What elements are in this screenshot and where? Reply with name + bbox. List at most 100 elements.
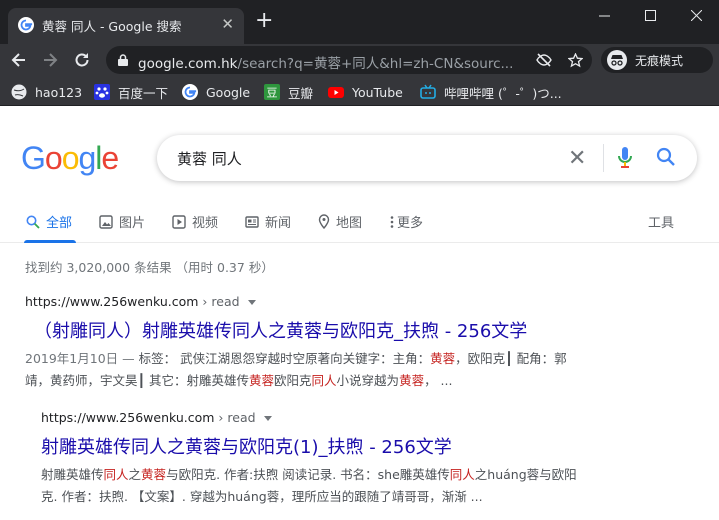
snippet-text: 克. 作者：扶煦. 【文案】. 穿越为huáng蓉，理所应当的跟随了靖哥哥，渐渐… xyxy=(41,489,483,504)
result-snippet: 射雕英雄传同人之黄蓉与欧阳克. 作者:扶煦 阅读记录. 书名：she雕英雄传同人… xyxy=(41,464,705,508)
url-text[interactable]: google.com.hk/search?q=黄蓉+同人&hl=zh-CN&so… xyxy=(138,52,528,72)
result-title-link[interactable]: （射雕同人）射雕英雄传同人之黄蓉与欧阳克_扶煦 - 256文学 xyxy=(34,317,705,343)
bookmark-label: 百度一下 xyxy=(118,85,169,101)
browser-toolbar: google.com.hk/search?q=黄蓉+同人&hl=zh-CN&so… xyxy=(0,44,719,76)
tab-more[interactable]: 更多 xyxy=(390,212,423,231)
snippet-text: ， ... xyxy=(424,373,453,388)
snippet-text: 之 xyxy=(128,467,142,482)
result-url[interactable]: https://www.256wenku.com › read xyxy=(41,410,705,425)
tab-all[interactable]: 全部 xyxy=(26,212,72,231)
tab-label: 更多 xyxy=(397,216,424,231)
tab-title: 黄蓉 同人 - Google 搜索 xyxy=(42,19,182,34)
snippet-highlight: 同人 xyxy=(103,467,129,482)
logo-letter: o xyxy=(61,140,80,176)
search-icon[interactable] xyxy=(656,147,676,167)
tab-maps[interactable]: 地图 xyxy=(318,212,362,231)
tracking-blocked-eye-icon[interactable] xyxy=(536,53,552,67)
chevron-down-icon[interactable] xyxy=(263,416,272,421)
result-url-host: https://www.256wenku.com xyxy=(25,294,199,309)
snippet-highlight: 黄蓉 xyxy=(249,373,275,388)
google-favicon-icon xyxy=(18,17,34,33)
tab-images[interactable]: 图片 xyxy=(99,212,145,231)
result-url-path: › read xyxy=(214,410,256,425)
bookmark-label: YouTube xyxy=(352,84,403,100)
search-box[interactable]: 黄蓉 同人 ✕ xyxy=(157,135,697,181)
map-pin-icon xyxy=(318,214,330,229)
result-date: 2019年1月10日 — xyxy=(25,351,139,366)
bookmark-douban[interactable]: 豆 豆瓣 xyxy=(264,83,313,101)
snippet-text: ，欧阳克┃ 配角：郭 xyxy=(455,351,567,366)
search-tabs: 全部 图片 视频 新闻 地图 更多 工具 xyxy=(0,207,719,243)
snippet-text: 欧阳克 xyxy=(274,373,312,388)
search-input[interactable]: 黄蓉 同人 xyxy=(177,148,242,169)
bilibili-tv-icon xyxy=(420,84,436,100)
close-window-icon[interactable] xyxy=(673,0,719,30)
svg-text:豆: 豆 xyxy=(267,87,278,100)
maximize-icon[interactable] xyxy=(627,0,673,30)
bookmark-youtube[interactable]: YouTube xyxy=(328,83,403,101)
newspaper-icon xyxy=(245,215,259,228)
result-snippet: 2019年1月10日 — 标签： 武侠江湖恩怨穿越时空原著向关键字：主角：黄蓉，… xyxy=(25,348,705,392)
tab-news[interactable]: 新闻 xyxy=(245,212,291,231)
snippet-highlight: 黄蓉 xyxy=(399,373,425,388)
more-vertical-icon xyxy=(390,215,394,228)
search-result: https://www.256wenku.com › read 射雕英雄传同人之… xyxy=(41,410,705,508)
logo-letter: o xyxy=(44,140,63,176)
reload-icon[interactable] xyxy=(72,50,92,70)
back-arrow-icon[interactable] xyxy=(9,50,29,70)
divider xyxy=(603,144,604,172)
result-url-host: https://www.256wenku.com xyxy=(41,410,215,425)
minimize-icon[interactable] xyxy=(581,0,627,30)
chevron-down-icon[interactable] xyxy=(247,300,256,305)
logo-letter: g xyxy=(78,140,96,176)
tools-button[interactable]: 工具 xyxy=(648,212,674,231)
incognito-indicator[interactable]: 无痕模式 xyxy=(601,47,713,73)
incognito-label: 无痕模式 xyxy=(635,54,684,68)
tab-label: 图片 xyxy=(119,216,146,231)
bookmark-star-icon[interactable] xyxy=(568,53,583,68)
search-result: https://www.256wenku.com › read （射雕同人）射雕… xyxy=(25,294,705,392)
image-icon xyxy=(99,214,113,229)
snippet-highlight: 同人 xyxy=(311,373,337,388)
tab-label: 地图 xyxy=(336,216,363,231)
google-g-icon xyxy=(182,84,198,100)
bookmark-label: 哔哩哔哩 (゜-゜)つ... xyxy=(444,85,562,101)
bookmark-baidu[interactable]: 百度一下 xyxy=(94,83,168,101)
clear-icon[interactable]: ✕ xyxy=(568,146,586,171)
snippet-text: 靖，黄药师，宇文昊┃ 其它：射雕英雄传 xyxy=(25,373,249,388)
address-bar[interactable]: google.com.hk/search?q=黄蓉+同人&hl=zh-CN&so… xyxy=(106,46,592,74)
snippet-highlight: 黄蓉 xyxy=(430,351,456,366)
snippet-text: 标签： 武侠江湖恩怨穿越时空原著向关键字：主角： xyxy=(138,351,431,366)
title-bar: 黄蓉 同人 - Google 搜索 ✕ + xyxy=(0,0,719,44)
result-title-link[interactable]: 射雕英雄传同人之黄蓉与欧阳克(1)_扶煦 - 256文学 xyxy=(41,433,705,459)
result-url[interactable]: https://www.256wenku.com › read xyxy=(25,294,705,309)
tab-videos[interactable]: 视频 xyxy=(172,212,218,231)
snippet-text: 之huáng蓉与欧阳 xyxy=(474,467,577,482)
baidu-paw-icon xyxy=(94,84,110,100)
tab-close-icon[interactable]: ✕ xyxy=(221,15,234,33)
bookmarks-bar: hao123 百度一下 Google 豆 豆瓣 YouTube 哔哩哔哩 (゜-… xyxy=(0,76,719,106)
new-tab-icon[interactable]: + xyxy=(255,10,273,32)
tab-label: 全部 xyxy=(46,216,73,231)
bookmark-google[interactable]: Google xyxy=(182,83,250,101)
logo-letter: e xyxy=(101,140,119,176)
forward-arrow-icon[interactable] xyxy=(40,50,60,70)
lock-icon[interactable] xyxy=(118,54,128,66)
tab-label: 视频 xyxy=(192,216,219,231)
play-icon xyxy=(172,214,186,229)
bookmark-label: hao123 xyxy=(35,84,83,100)
bookmark-bilibili[interactable]: 哔哩哔哩 (゜-゜)つ... xyxy=(420,83,562,101)
incognito-icon xyxy=(607,50,627,70)
google-logo[interactable]: Google xyxy=(21,140,119,177)
snippet-text: 与欧阳克. 作者:扶煦 阅读记录. 书名：she雕英雄传 xyxy=(166,467,450,482)
bookmark-label: 豆瓣 xyxy=(288,85,314,101)
snippet-text: 射雕英雄传 xyxy=(41,467,104,482)
bookmark-hao123[interactable]: hao123 xyxy=(11,83,82,101)
douban-icon: 豆 xyxy=(264,84,280,100)
browser-tab[interactable]: 黄蓉 同人 - Google 搜索 ✕ xyxy=(8,8,244,44)
logo-letter: G xyxy=(21,140,46,176)
snippet-highlight: 同人 xyxy=(449,467,475,482)
microphone-icon[interactable] xyxy=(618,147,632,169)
result-url-path: › read xyxy=(198,294,240,309)
active-tab-indicator xyxy=(24,240,76,243)
